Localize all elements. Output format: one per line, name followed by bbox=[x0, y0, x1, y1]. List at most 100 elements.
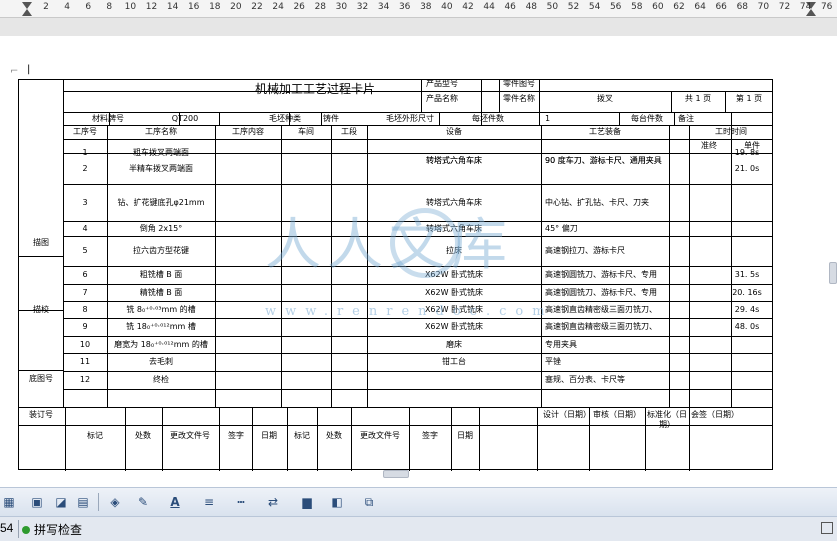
drawing-toolbar: ▦ ▣ ◪ ▤ ◈ ✎ A ≡ ┅ ⇄ ▆ ◧ ⧉ bbox=[0, 487, 837, 516]
spellcheck-button[interactable]: 拼写检查 bbox=[22, 521, 82, 538]
font-color-icon[interactable]: A bbox=[166, 493, 184, 511]
line-color-icon[interactable]: ✎ bbox=[134, 493, 152, 511]
op-name: 粗车拨叉两端面 bbox=[133, 148, 189, 157]
dash-style-icon[interactable]: ┅ bbox=[232, 493, 250, 511]
op-equipment: 转塔式六角车床 bbox=[426, 156, 482, 165]
op-name: 终检 bbox=[153, 375, 169, 384]
part-drawing-label: 零件图号 bbox=[503, 79, 535, 88]
ruler-tick-label: 52 bbox=[567, 2, 580, 12]
op-unit-time: 48. 0s bbox=[734, 322, 760, 331]
ruler-tick-label: 30 bbox=[335, 2, 348, 12]
header-workshop: 车间 bbox=[298, 127, 314, 136]
op-tooling: 塞规、百分表、卡尺等 bbox=[545, 375, 625, 384]
change-record-header: 处数 bbox=[326, 431, 342, 440]
op-number: 4 bbox=[82, 224, 88, 233]
op-tooling: 中心钻、扩孔钻、卡尺、刀夹 bbox=[545, 198, 649, 207]
ruler-tick-label: 36 bbox=[398, 2, 411, 12]
blank-type-value: 铸件 bbox=[323, 114, 339, 123]
ruler-tick-label: 54 bbox=[588, 2, 601, 12]
table-grid-line bbox=[619, 112, 620, 125]
insert-picture-icon[interactable]: ▣ bbox=[28, 493, 46, 511]
op-name: 去毛刺 bbox=[149, 357, 173, 366]
table-grid-line bbox=[19, 407, 773, 408]
shapes-icon[interactable]: ▦ bbox=[0, 493, 18, 511]
table-grid-line bbox=[537, 407, 538, 471]
op-unit-time: 19. 8s bbox=[734, 148, 760, 157]
arrow-style-icon[interactable]: ⇄ bbox=[264, 493, 282, 511]
ruler-tick-label: 66 bbox=[715, 2, 727, 12]
table-grid-line bbox=[674, 112, 675, 125]
ruler-tick-label: 18 bbox=[209, 2, 221, 12]
op-name: 拉六齿方型花键 bbox=[133, 246, 189, 255]
table-grid-line bbox=[63, 91, 773, 92]
per-unit-label: 每台件数 bbox=[631, 114, 663, 123]
op-name: 磨宽为 18₀⁺⁰·⁰¹²mm 的槽 bbox=[114, 340, 208, 349]
table-grid-line bbox=[499, 80, 500, 112]
blank-size-label: 毛坯外形尺寸 bbox=[386, 114, 434, 123]
op-equipment: X62W 卧式铣床 bbox=[424, 305, 484, 314]
ruler-tick-label: 64 bbox=[694, 2, 706, 12]
text-box-icon[interactable]: ⧉ bbox=[360, 493, 378, 511]
ruler-tick-label: 24 bbox=[272, 2, 284, 12]
ruler-tick-label: 48 bbox=[525, 2, 538, 12]
op-equipment: 转塔式六角车床 bbox=[426, 198, 482, 207]
table-grid-line bbox=[125, 407, 126, 471]
fill-color-icon[interactable]: ◈ bbox=[106, 493, 124, 511]
ruler-tick-label: 26 bbox=[293, 2, 305, 12]
ruler-tick-label: 56 bbox=[609, 2, 622, 12]
shadow-icon[interactable]: ▆ bbox=[298, 493, 316, 511]
table-grid-line bbox=[421, 80, 422, 112]
table-grid-line bbox=[409, 407, 410, 471]
signoff-review: 审核（日期） bbox=[593, 410, 641, 419]
table-grid-line bbox=[317, 407, 318, 471]
signoff-design: 设计（日期） bbox=[543, 410, 591, 419]
table-grid-line bbox=[731, 112, 732, 125]
process-card-table[interactable]: 机械加工工艺过程卡片 产品型号 零件图号 产品名称 零件名称 拨叉 共 1 页 第 1 页材料… bbox=[18, 79, 773, 471]
ruler-tick-label: 8 bbox=[106, 2, 113, 12]
horizontal-ruler[interactable]: 2 4 6 8 10 12 14 16 18 20 22 24 26 28 30 32 34 36 38 40 42 44… bbox=[0, 0, 837, 18]
op-tooling: 90 度车刀、游标卡尺、通用夹具 bbox=[545, 156, 662, 165]
ruler-tick-label: 76 bbox=[820, 2, 833, 12]
table-grid-line bbox=[479, 407, 480, 471]
ruler-tick-label: 6 bbox=[85, 2, 92, 12]
table-grid-line bbox=[63, 284, 773, 285]
op-tooling: 45° 偏刀 bbox=[545, 224, 578, 233]
table-grid-line bbox=[252, 407, 253, 471]
ruler-tick-label: 74 bbox=[799, 2, 812, 12]
per-blank-value: 1 bbox=[545, 114, 551, 123]
op-number: 3 bbox=[82, 198, 88, 207]
table-grid-line bbox=[65, 407, 66, 471]
spellcheck-label: 拼写检查 bbox=[34, 523, 83, 537]
op-number: 12 bbox=[79, 375, 91, 384]
table-grid-line bbox=[219, 112, 220, 125]
op-number: 10 bbox=[79, 340, 91, 349]
table-grid-line bbox=[351, 407, 352, 471]
insert-chart-icon[interactable]: ◪ bbox=[52, 493, 70, 511]
3d-style-icon[interactable]: ◧ bbox=[328, 493, 346, 511]
op-tooling: 高速钢直齿精密级三面刃铣刀、 bbox=[545, 305, 657, 314]
product-model-label: 产品型号 bbox=[426, 79, 458, 88]
signoff-standard: 标准化（日期） bbox=[647, 410, 687, 429]
table-resize-handle[interactable] bbox=[383, 470, 409, 478]
table-grid-line bbox=[19, 256, 63, 257]
table-grid-line bbox=[19, 370, 63, 371]
ruler-tick-label: 32 bbox=[356, 2, 369, 12]
op-unit-time: 31. 5s bbox=[734, 270, 760, 279]
header-content: 工序内容 bbox=[232, 127, 264, 136]
ruler-tick-label: 50 bbox=[546, 2, 559, 12]
ruler-tick-label: 16 bbox=[187, 2, 200, 12]
op-unit-time: 29. 4s bbox=[734, 305, 760, 314]
spellcheck-status-icon bbox=[22, 525, 30, 534]
line-style-icon[interactable]: ≡ bbox=[200, 493, 218, 511]
part-name-label: 零件名称 bbox=[503, 94, 535, 103]
op-equipment: 拉床 bbox=[446, 246, 462, 255]
op-unit-time: 20. 16s bbox=[732, 288, 762, 297]
change-record-header: 标记 bbox=[294, 431, 310, 440]
left-indent-marker[interactable] bbox=[22, 2, 32, 9]
ruler-tick-label: 28 bbox=[314, 2, 327, 12]
fullscreen-icon[interactable] bbox=[821, 522, 833, 534]
left-margin-marker[interactable] bbox=[22, 9, 32, 16]
ruler-tick-label: 70 bbox=[757, 2, 770, 12]
clipart-icon[interactable]: ▤ bbox=[74, 493, 92, 511]
scroll-handle[interactable] bbox=[829, 262, 837, 284]
